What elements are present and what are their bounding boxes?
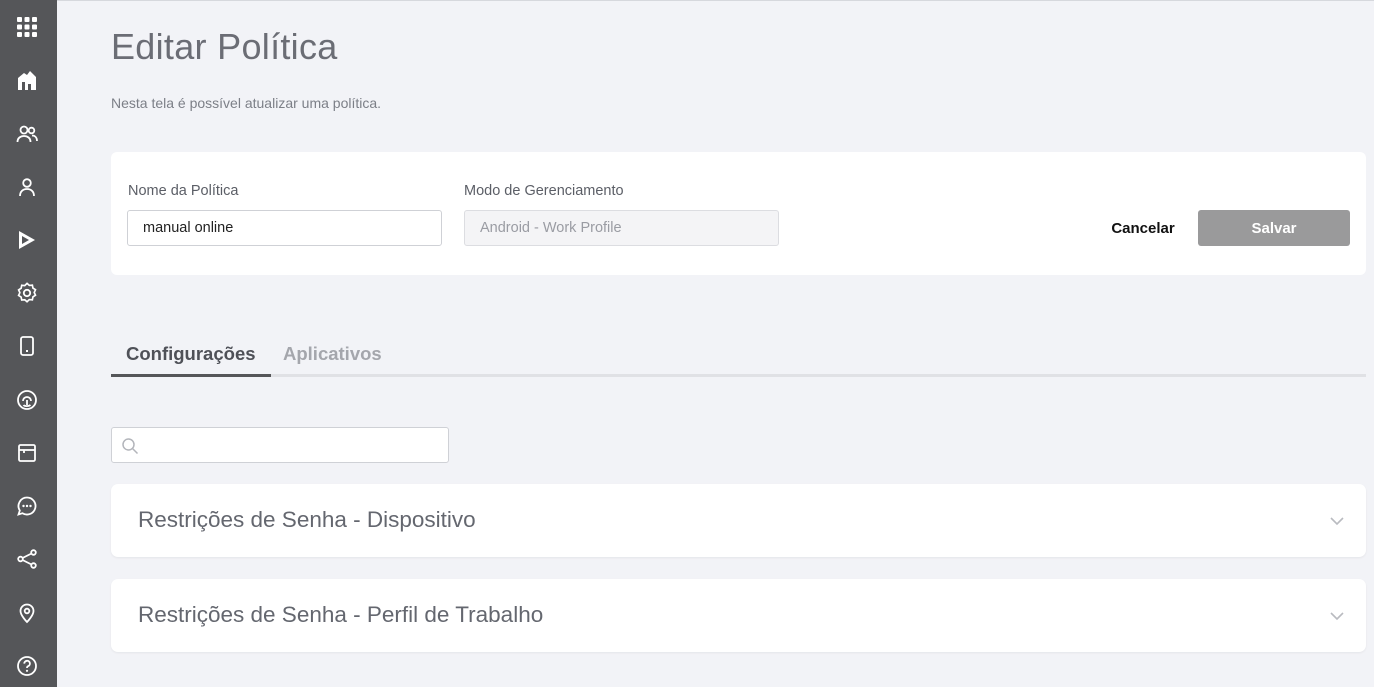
settings-icon[interactable] — [14, 280, 40, 306]
chevron-down-icon — [1330, 612, 1344, 621]
tab-configuracoes[interactable]: Configurações — [111, 333, 271, 377]
page-subtitle: Nesta tela é possível atualizar uma polí… — [111, 95, 382, 111]
chevron-down-icon — [1330, 517, 1344, 526]
user-icon[interactable] — [14, 174, 40, 200]
chat-icon[interactable] — [14, 493, 40, 519]
section-title: Restrições de Senha - Perfil de Trabalho — [138, 602, 544, 627]
device-icon[interactable] — [14, 333, 40, 359]
calendar-icon[interactable] — [14, 440, 40, 466]
section-title: Restrições de Senha - Dispositivo — [138, 507, 476, 532]
section-password-device[interactable]: Restrições de Senha - Dispositivo — [111, 484, 1366, 557]
location-pin-icon[interactable] — [14, 600, 40, 626]
apps-grid-icon[interactable] — [14, 14, 40, 40]
fingerprint-icon[interactable] — [14, 387, 40, 413]
page-title: Editar Política — [111, 26, 338, 67]
play-store-icon[interactable] — [14, 227, 40, 253]
users-group-icon[interactable] — [14, 121, 40, 147]
save-button[interactable]: Salvar — [1198, 210, 1350, 246]
section-password-work-profile[interactable]: Restrições de Senha - Perfil de Trabalho — [111, 579, 1366, 652]
policy-name-label: Nome da Política — [128, 183, 239, 199]
policy-form-card: Nome da Política Modo de Gerenciamento C… — [111, 152, 1366, 275]
tab-bar: Configurações Aplicativos — [111, 333, 1366, 377]
share-icon[interactable] — [14, 546, 40, 572]
policy-name-input[interactable] — [127, 210, 442, 246]
management-mode-label: Modo de Gerenciamento — [464, 183, 624, 199]
main-content: Editar Política Nesta tela é possível at… — [57, 0, 1374, 687]
search-icon — [122, 438, 139, 455]
management-mode-input — [464, 210, 779, 246]
sidebar — [0, 0, 57, 687]
tab-aplicativos[interactable]: Aplicativos — [268, 333, 397, 377]
search-input[interactable] — [146, 428, 446, 462]
cancel-button[interactable]: Cancelar — [1101, 210, 1185, 246]
search-field — [111, 427, 449, 463]
dashboard-icon[interactable] — [14, 67, 40, 93]
help-icon[interactable] — [14, 653, 40, 679]
